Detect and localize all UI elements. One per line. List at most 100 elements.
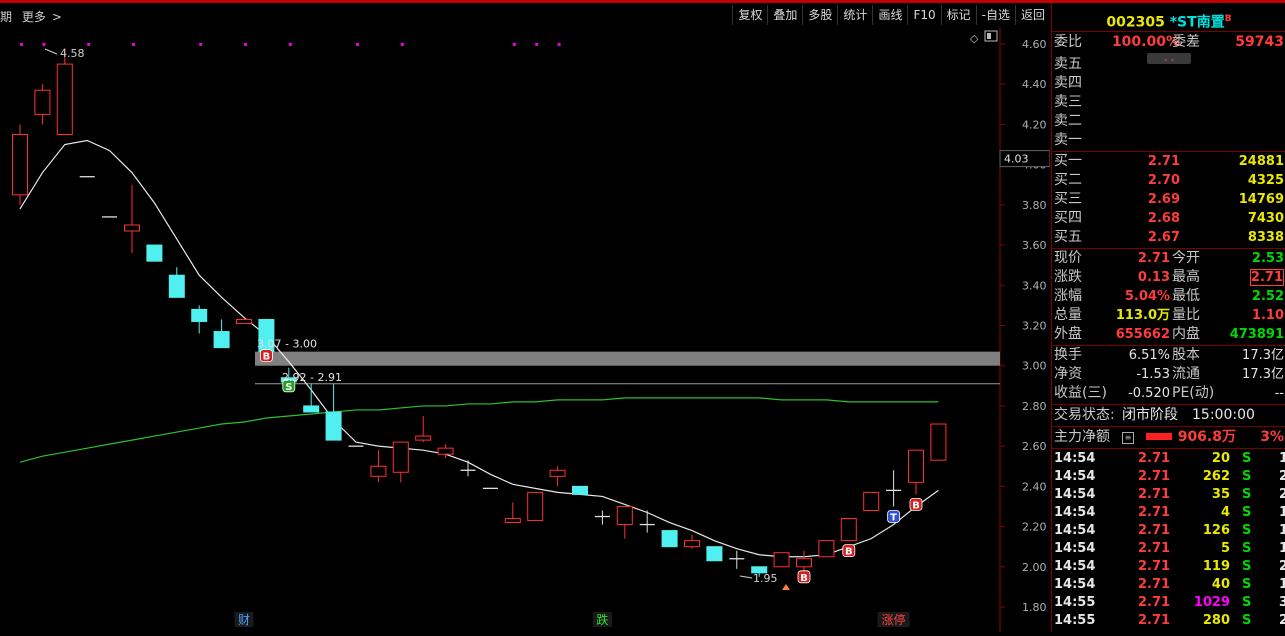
tick-row: 14:55 2.71 1029 S 3 (1052, 594, 1285, 612)
candle-body[interactable] (124, 224, 140, 232)
divider (1052, 426, 1285, 427)
candle-body[interactable] (370, 465, 387, 477)
candle-body[interactable] (191, 308, 208, 322)
current-price-tag: 4.03 (1004, 153, 1029, 166)
signal-label: B (263, 352, 271, 363)
event-tag[interactable]: 涨停 (882, 612, 906, 627)
candle-body[interactable] (661, 530, 678, 548)
trade-status-row: 交易状态: 闭市阶段 15:00:00 (1052, 406, 1285, 425)
quote-value: 473891 (1229, 327, 1284, 342)
candle-body[interactable] (213, 331, 230, 349)
tick-side: S (1242, 451, 1252, 466)
divider (1052, 448, 1285, 449)
y-tick-label: 2.00 (1022, 561, 1047, 574)
buy-level-row: 买二 2.70 4325 (1052, 171, 1285, 190)
f10-button[interactable]: F10 (907, 5, 940, 25)
main-flow-value: 906.8万 (1177, 429, 1236, 445)
tick-price: 2.71 (1138, 469, 1171, 484)
buy-level-price: 2.70 (1147, 173, 1180, 188)
quote-label: 总量 (1054, 307, 1082, 323)
draw-line-button[interactable]: 画线 (872, 5, 907, 25)
candle-body[interactable] (684, 540, 700, 548)
candle-body[interactable] (415, 435, 432, 441)
period-menu[interactable]: 期 更多 > (0, 8, 68, 25)
overlay-button[interactable]: 叠加 (767, 5, 802, 25)
fundamental-row: 净资 -1.53 流通 17.3亿 (1052, 365, 1285, 384)
tick-volume: 20 (1211, 451, 1230, 466)
candle-body[interactable] (236, 318, 252, 324)
remove-watchlist-button[interactable]: -自选 (975, 5, 1015, 25)
buy-level-price: 2.71 (1147, 154, 1180, 169)
candle-body[interactable] (818, 540, 835, 558)
back-button[interactable]: 返回 (1014, 5, 1050, 25)
tick-side: S (1242, 613, 1252, 628)
list-icon[interactable]: ≡ (1122, 432, 1134, 444)
sell-level-label: 卖五 (1054, 56, 1082, 72)
candle-body[interactable] (527, 491, 544, 522)
candle-body[interactable] (303, 405, 320, 413)
signal-dot (42, 43, 46, 46)
kline-chart[interactable]: BSBBTB 4.58 1.95 3.07 - 3.00 2.92 - 2.91 4.… (0, 27, 1051, 632)
candle-body[interactable] (168, 274, 185, 298)
sell-level-row: 卖二 (1052, 112, 1285, 131)
kline-chart-svg[interactable]: BSBBTB 4.581.953.07 - 3.002.92 - 2.91 4.… (0, 27, 1051, 632)
fundamental-label: 净资 (1054, 366, 1082, 382)
tick-volume: 280 (1202, 613, 1230, 628)
buy-level-price: 2.68 (1147, 211, 1180, 226)
buy-level-row: 买一 2.71 24881 (1052, 152, 1285, 171)
band2-label: 2.92 - 2.91 (282, 371, 342, 384)
divider (1052, 31, 1285, 32)
candle-body[interactable] (325, 411, 342, 441)
candle-body[interactable] (504, 518, 521, 524)
trade-status-label: 交易状态: (1054, 407, 1115, 423)
tick-side: S (1242, 505, 1252, 520)
event-tag[interactable]: 跌 (596, 612, 608, 627)
candle-body[interactable] (863, 491, 880, 511)
sell-level-row: 卖三 (1052, 93, 1285, 112)
y-tick-label: 2.20 (1022, 521, 1047, 534)
multi-stock-button[interactable]: 多股 (802, 5, 837, 25)
buy-level-price: 2.67 (1147, 230, 1180, 245)
quote-value: 2.71 (1137, 251, 1170, 266)
tick-price: 2.71 (1138, 541, 1171, 556)
event-tag[interactable]: 财 (238, 613, 250, 627)
tick-price: 2.71 (1138, 613, 1171, 628)
candle-body[interactable] (392, 441, 409, 473)
mark-button[interactable]: 标记 (940, 5, 976, 25)
signal-dot (132, 43, 135, 46)
candle-body[interactable] (796, 558, 812, 568)
candle-body[interactable] (773, 552, 790, 568)
candle-body[interactable] (706, 546, 723, 562)
tick-side: S (1242, 595, 1252, 610)
candle-body[interactable] (930, 423, 947, 461)
quote-value: 1.10 (1251, 308, 1284, 323)
tick-row: 14:54 2.71 119 S 2 (1052, 558, 1285, 576)
panel-toggle-inner (987, 33, 991, 39)
candle-body[interactable] (34, 89, 51, 115)
candle-body[interactable] (908, 449, 924, 483)
more-menu[interactable]: 更多 (22, 10, 46, 24)
buy-level-volume: 24881 (1238, 154, 1284, 169)
quote-label: 现价 (1054, 250, 1082, 266)
fundamental-value: 17.3亿 (1242, 367, 1284, 382)
quote-label: 内盘 (1172, 326, 1200, 342)
candle-body[interactable] (572, 485, 588, 495)
buy-level-row: 买四 2.68 7430 (1052, 209, 1285, 228)
adjust-button[interactable]: 复权 (732, 5, 767, 25)
candle-body[interactable] (616, 505, 633, 526)
candle-body[interactable] (56, 63, 73, 135)
sell-level-row: 卖四 (1052, 74, 1285, 93)
tick-price: 2.71 (1138, 559, 1171, 574)
y-tick-label: 4.40 (1022, 78, 1047, 91)
stock-name: *ST南置 (1169, 14, 1225, 31)
main-flow-row[interactable]: 主力净额 ≡ 906.8万 3% (1052, 428, 1285, 447)
quote-row: 现价 2.71 今开 2.53 (1052, 249, 1285, 268)
tick-count: 1 (1278, 451, 1285, 466)
candle-body[interactable] (549, 469, 566, 477)
candle-body[interactable] (12, 133, 28, 196)
candle-body[interactable] (437, 447, 454, 455)
statistics-button[interactable]: 统计 (837, 5, 872, 25)
diamond-icon[interactable]: ◇ (970, 32, 979, 45)
candle-body[interactable] (840, 518, 857, 542)
candle-body[interactable] (146, 244, 163, 262)
